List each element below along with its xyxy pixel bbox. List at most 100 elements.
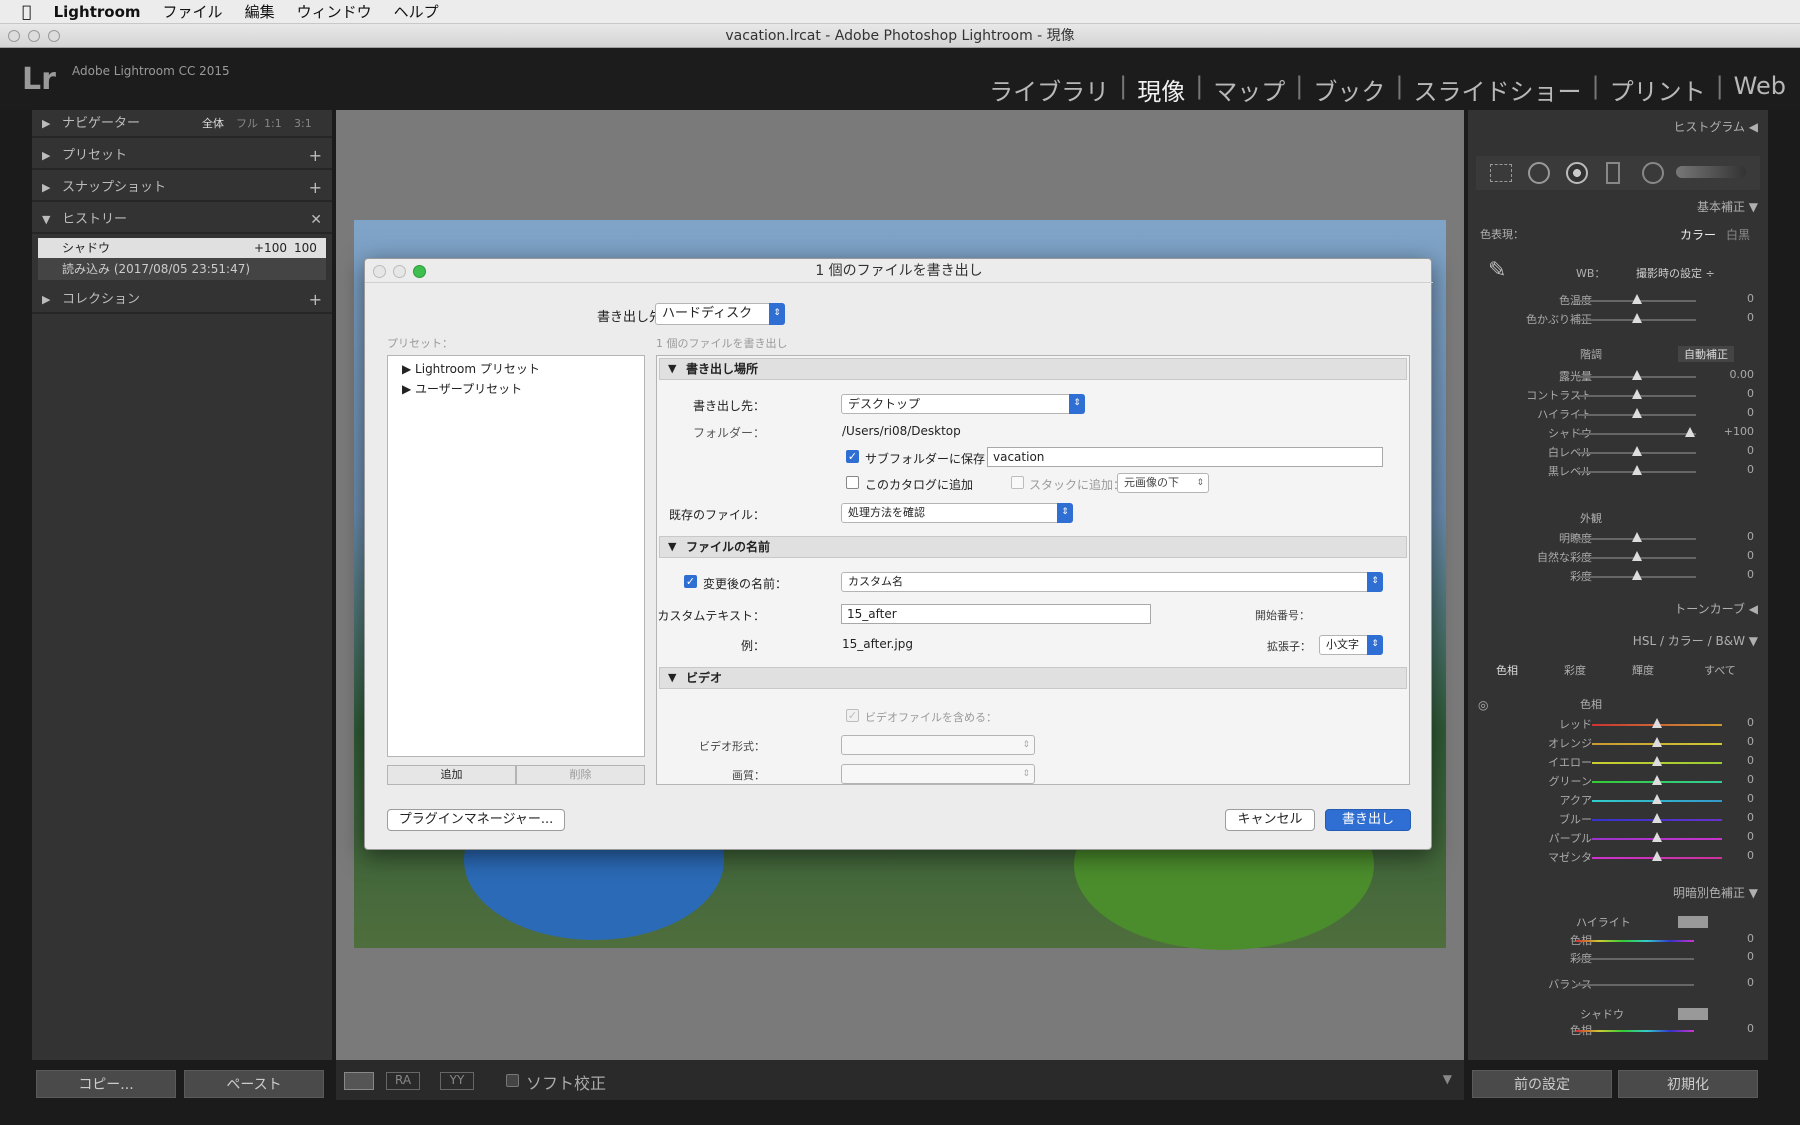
slider-value[interactable]: 0 xyxy=(1747,849,1754,862)
before-after-tb-icon[interactable]: YY xyxy=(440,1072,474,1090)
slider-row[interactable]: 自然な彩度 0 xyxy=(1468,549,1768,567)
slider-knob[interactable] xyxy=(1632,532,1642,542)
menu-file[interactable]: ファイル xyxy=(163,1,223,22)
slider-row[interactable]: オレンジ 0 xyxy=(1468,735,1768,753)
wb-select[interactable]: 撮影時の設定 ÷ xyxy=(1636,265,1715,281)
hsl-bw-tab[interactable]: B&W xyxy=(1715,634,1744,648)
menu-help[interactable]: ヘルプ xyxy=(394,1,439,22)
slider-row[interactable]: マゼンタ 0 xyxy=(1468,849,1768,867)
existing-files-select[interactable]: 処理方法を確認 ⇕ xyxy=(841,503,1073,523)
target-adjust-icon[interactable]: ◎ xyxy=(1478,698,1488,712)
slider-value[interactable]: 0 xyxy=(1747,754,1754,767)
include-video-checkbox[interactable]: ✓ xyxy=(846,709,859,722)
module-develop[interactable]: 現像 xyxy=(1137,72,1185,107)
hsl-tab-sat[interactable]: 彩度 xyxy=(1564,662,1586,678)
module-map[interactable]: マップ xyxy=(1213,72,1285,107)
presets-header[interactable]: ▶ プリセット + xyxy=(32,142,332,170)
slider-knob[interactable] xyxy=(1652,851,1662,861)
rename-checkbox[interactable]: ✓ xyxy=(684,575,697,588)
hsl-title[interactable]: HSL xyxy=(1633,634,1656,648)
slider-row[interactable]: イエロー 0 xyxy=(1468,754,1768,772)
dialog-zoom-button[interactable] xyxy=(413,265,426,278)
slider-value[interactable]: 0 xyxy=(1747,773,1754,786)
reset-button[interactable]: 初期化 xyxy=(1618,1070,1758,1098)
treatment-color[interactable]: カラー xyxy=(1680,226,1716,243)
auto-tone-button[interactable]: 自動補正 xyxy=(1678,346,1734,362)
slider-knob[interactable] xyxy=(1652,832,1662,842)
zoom-3-1[interactable]: 3:1 xyxy=(294,110,312,138)
hsl-tab-all[interactable]: すべて xyxy=(1704,662,1736,678)
slider-value[interactable]: 0 xyxy=(1747,292,1754,305)
slider-knob[interactable] xyxy=(1632,294,1642,304)
stack-position-select[interactable]: 元画像の下 ⇕ xyxy=(1117,473,1209,493)
slider-track[interactable] xyxy=(1576,940,1694,942)
slider-row[interactable]: シャドウ +100 xyxy=(1468,425,1768,443)
snapshots-header[interactable]: ▶ スナップショット + xyxy=(32,174,332,202)
split-shadow-swatch[interactable] xyxy=(1678,1008,1708,1020)
export-to-select[interactable]: ハードディスク ⇕ xyxy=(655,303,785,325)
section-export-location[interactable]: ▼ 書き出し場所 xyxy=(659,358,1407,380)
slider-value[interactable]: 0 xyxy=(1747,463,1754,476)
module-print[interactable]: プリント xyxy=(1610,72,1706,107)
slider-row[interactable]: バランス 0 xyxy=(1468,976,1768,994)
slider-knob[interactable] xyxy=(1632,551,1642,561)
subfolder-input[interactable]: vacation xyxy=(987,447,1383,467)
slider-knob[interactable] xyxy=(1632,389,1642,399)
add-to-stack-checkbox[interactable] xyxy=(1011,476,1024,489)
slider-value[interactable]: 0 xyxy=(1747,830,1754,843)
slider-track[interactable] xyxy=(1576,984,1694,986)
slider-knob[interactable] xyxy=(1652,756,1662,766)
slider-row[interactable]: 白レベル 0 xyxy=(1468,444,1768,462)
slider-track[interactable] xyxy=(1576,1030,1694,1032)
radial-filter-icon[interactable] xyxy=(1642,162,1664,184)
crop-tool-icon[interactable] xyxy=(1490,164,1512,182)
split-toning-header[interactable]: 明暗別色補正 ▼ xyxy=(1673,884,1758,901)
slider-value[interactable]: 0 xyxy=(1747,568,1754,581)
paste-button[interactable]: ペースト xyxy=(184,1070,324,1098)
plugin-manager-button[interactable]: プラグインマネージャー... xyxy=(387,809,565,831)
zoom-fit[interactable]: 全体 xyxy=(202,110,224,138)
slider-value[interactable]: 0 xyxy=(1747,549,1754,562)
history-item[interactable]: シャドウ +100 100 xyxy=(38,238,326,258)
wb-eyedropper-icon[interactable]: ✎ xyxy=(1488,258,1506,283)
toolbar-menu-icon[interactable]: ▼ xyxy=(1443,1072,1452,1086)
slider-value[interactable]: 0 xyxy=(1747,976,1754,989)
graduated-filter-icon[interactable] xyxy=(1606,162,1620,184)
slider-value[interactable]: +100 xyxy=(1724,425,1754,438)
add-snapshot-icon[interactable]: + xyxy=(309,174,322,202)
slider-row[interactable]: 露光量 0.00 xyxy=(1468,368,1768,386)
dest-select[interactable]: デスクトップ ⇕ xyxy=(841,394,1085,414)
slider-knob[interactable] xyxy=(1632,370,1642,380)
slider-value[interactable]: 0 xyxy=(1747,1022,1754,1035)
custom-text-input[interactable]: 15_after xyxy=(841,604,1151,624)
slider-row[interactable]: レッド 0 xyxy=(1468,716,1768,734)
apple-icon[interactable]:  xyxy=(22,2,32,21)
slider-value[interactable]: 0 xyxy=(1747,811,1754,824)
navigator-header[interactable]: ▶ ナビゲーター 全体 フル 1:1 3:1 xyxy=(32,110,332,138)
slider-row[interactable]: パープル 0 xyxy=(1468,830,1768,848)
slider-row[interactable]: 明瞭度 0 xyxy=(1468,530,1768,548)
cancel-button[interactable]: キャンセル xyxy=(1225,809,1315,831)
video-format-select[interactable]: ⇕ xyxy=(841,735,1035,755)
slider-row[interactable]: アクア 0 xyxy=(1468,792,1768,810)
spot-removal-icon[interactable] xyxy=(1528,162,1550,184)
slider-knob[interactable] xyxy=(1632,313,1642,323)
slider-track[interactable] xyxy=(1576,958,1694,960)
module-slideshow[interactable]: スライドショー xyxy=(1413,72,1581,107)
video-quality-select[interactable]: ⇕ xyxy=(841,764,1035,784)
slider-row[interactable]: 色かぶり補正 0 xyxy=(1468,311,1768,329)
history-header[interactable]: ▼ ヒストリー ✕ xyxy=(32,206,332,234)
zoom-fill[interactable]: フル xyxy=(236,110,258,138)
slider-row[interactable]: コントラスト 0 xyxy=(1468,387,1768,405)
subfolder-checkbox[interactable]: ✓ xyxy=(846,450,859,463)
zoom-1-1[interactable]: 1:1 xyxy=(264,110,282,138)
red-eye-icon[interactable] xyxy=(1566,162,1588,184)
tone-curve-header[interactable]: トーンカーブ ◀ xyxy=(1674,600,1758,617)
slider-value[interactable]: 0 xyxy=(1747,735,1754,748)
slider-knob[interactable] xyxy=(1632,446,1642,456)
module-web[interactable]: Web xyxy=(1734,72,1786,107)
section-video[interactable]: ▼ ビデオ xyxy=(659,667,1407,689)
slider-row[interactable]: 色相 0 xyxy=(1468,1022,1768,1040)
hsl-tab-hue[interactable]: 色相 xyxy=(1496,662,1518,678)
add-collection-icon[interactable]: + xyxy=(309,286,322,314)
